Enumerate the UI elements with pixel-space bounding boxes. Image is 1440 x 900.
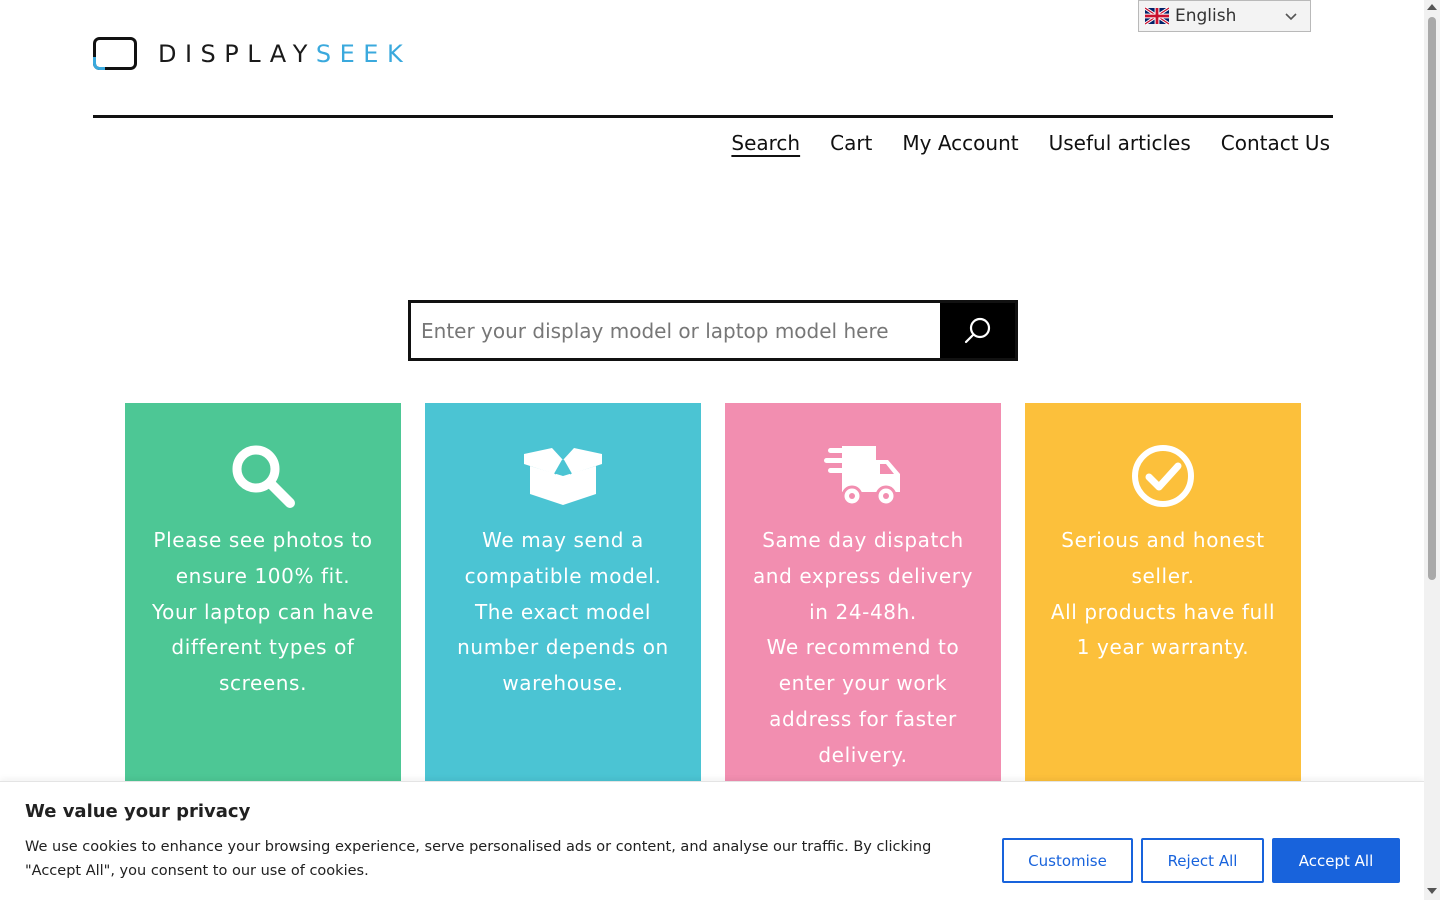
display-logo-icon [93,37,137,70]
language-selector[interactable]: English [1138,0,1311,32]
logo-text: DISPLAYSEEK [158,40,411,68]
scrollbar-thumb[interactable] [1428,17,1436,580]
card-text-line: We recommend to enter your work address … [766,635,960,767]
nav-item-cart[interactable]: Cart [830,131,872,155]
check-circle-icon [1132,445,1194,507]
search-input[interactable] [411,303,940,358]
card-text-line: All products have full 1 year warranty. [1050,599,1276,660]
cookie-title: We value your privacy [25,801,251,822]
feature-card-fit: Please see photos to ensure 100% fit. Yo… [125,403,401,783]
nav-item-contact-us[interactable]: Contact Us [1221,131,1330,155]
reject-all-button[interactable]: Reject All [1141,838,1264,883]
language-label: English [1175,6,1237,26]
card-text-line: Serious and honest seller. [1061,528,1265,588]
feature-card-warranty: Serious and honest seller. All products … [1025,403,1301,783]
card-text-line: Same day dispatch and express delivery i… [752,528,974,624]
magnifier-icon [232,445,295,508]
page-scrollbar[interactable] [1424,0,1440,900]
card-text-line: Your laptop can have different types of … [151,599,375,696]
header-divider [93,115,1333,118]
search-icon [964,317,990,343]
open-box-icon [524,448,602,505]
card-text-line: Please see photos to ensure 100% fit. [153,528,373,588]
cookie-description: We use cookies to enhance your browsing … [25,839,932,879]
logo-text-seek: SEEK [315,39,412,68]
scroll-down-arrow-icon[interactable] [1427,888,1437,894]
accept-all-button[interactable]: Accept All [1272,838,1400,883]
uk-flag-icon [1145,7,1169,25]
card-text-line: The exact model number depends on wareho… [457,599,669,696]
logo-text-display: DISPLAY [158,39,316,68]
scroll-up-arrow-icon[interactable] [1427,4,1437,10]
chevron-down-icon [1285,13,1297,21]
feature-card-compatible: We may send a compatible model. The exac… [425,403,701,783]
search-bar [408,300,1018,361]
nav-item-my-account[interactable]: My Account [902,131,1018,155]
cookie-banner: We value your privacy We use cookies to … [0,781,1424,900]
feature-card-delivery: Same day dispatch and express delivery i… [725,403,1001,783]
site-logo[interactable]: DISPLAYSEEK [93,37,411,70]
main-nav: Search Cart My Account Useful articles C… [731,131,1330,155]
search-button[interactable] [940,303,1015,358]
customise-button[interactable]: Customise [1002,838,1133,883]
card-text-line: We may send a compatible model. [464,528,662,588]
nav-item-useful-articles[interactable]: Useful articles [1049,131,1191,155]
fast-truck-icon [824,446,900,507]
nav-item-search[interactable]: Search [731,131,800,155]
